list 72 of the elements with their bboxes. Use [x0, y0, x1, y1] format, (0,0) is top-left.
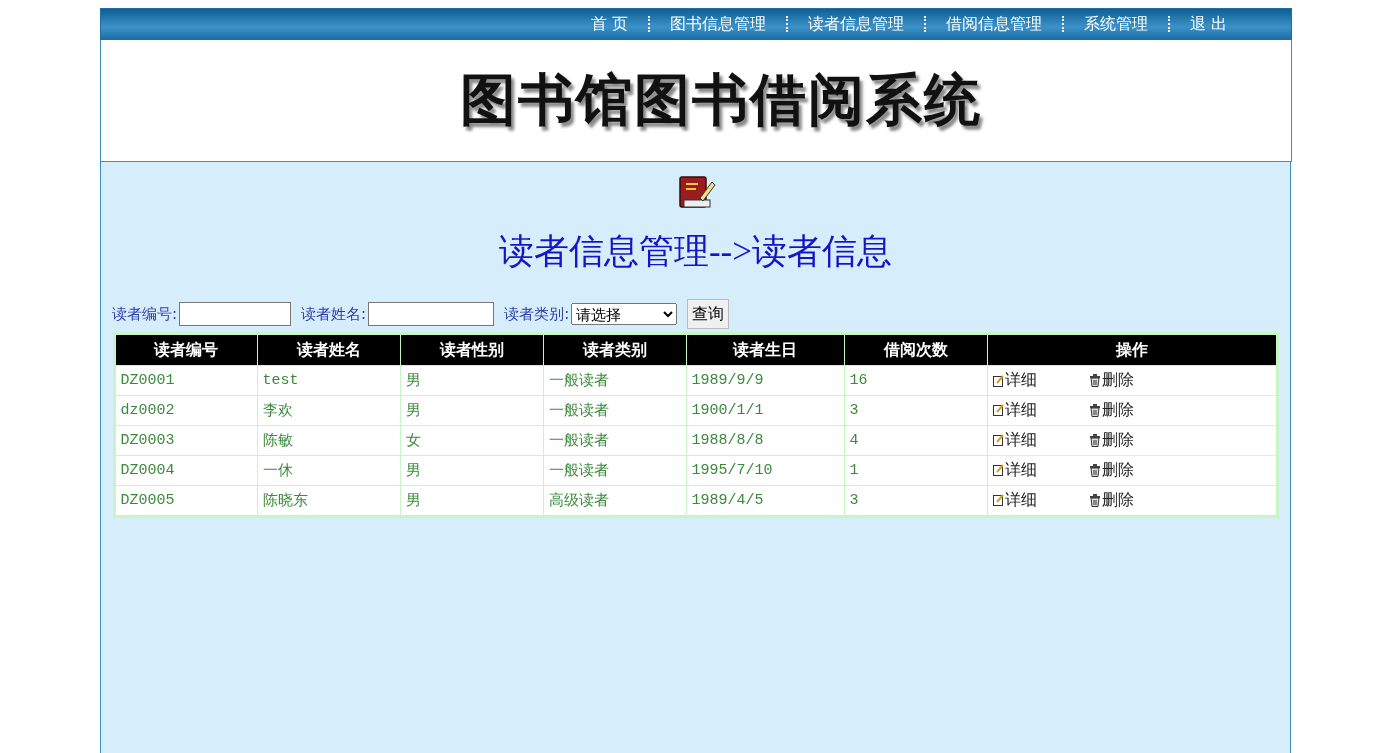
edit-icon [992, 434, 1004, 446]
delete-link[interactable]: 删除 [1088, 489, 1134, 511]
column-header: 借阅次数 [844, 333, 987, 366]
table-cell: 高级读者 [543, 485, 686, 517]
input-field[interactable] [368, 302, 495, 326]
trash-icon [1088, 403, 1101, 417]
input-field[interactable] [179, 302, 292, 326]
search-button[interactable]: 查询 [687, 299, 730, 329]
delete-link[interactable]: 删除 [1088, 459, 1134, 481]
edit-icon [992, 404, 1004, 416]
column-header: 读者编号 [114, 333, 257, 366]
delete-link[interactable]: 删除 [1088, 370, 1134, 391]
field-label: 读者姓名: [301, 304, 367, 324]
table-cell: 男 [400, 395, 543, 426]
table-cell: 男 [400, 455, 543, 486]
table-cell: DZ0005 [114, 485, 257, 517]
table-cell: 1988/8/8 [686, 425, 844, 456]
table-cell: 一般读者 [543, 365, 686, 396]
nav-link[interactable]: 系统管理 [1063, 13, 1168, 35]
table-cell: 1900/1/1 [686, 395, 844, 426]
table-cell: 1989/4/5 [686, 485, 844, 517]
trash-icon [1088, 493, 1101, 507]
trash-icon [1088, 463, 1101, 477]
table-cell: 陈敏 [257, 425, 400, 456]
nav-link[interactable]: 图书信息管理 [649, 13, 786, 35]
table-cell: 女 [400, 425, 543, 456]
delete-link[interactable]: 删除 [1088, 399, 1134, 421]
select-field[interactable]: 请选择 [571, 303, 678, 325]
table-cell: 1989/9/9 [686, 365, 844, 396]
table-cell: 1995/7/10 [686, 455, 844, 486]
edit-icon [992, 374, 1004, 387]
table-cell: dz0002 [114, 395, 257, 426]
nav-link[interactable]: 退 出 [1169, 13, 1247, 35]
nav-link[interactable]: 读者信息管理 [787, 13, 924, 35]
trash-icon [1088, 433, 1101, 447]
banner-title: 图书馆图书借阅系统 [460, 67, 982, 133]
column-header: 读者生日 [686, 333, 844, 366]
table-cell: 一般读者 [543, 395, 686, 426]
table-cell: 一般读者 [543, 455, 686, 486]
field-label: 读者类别: [504, 304, 570, 324]
page-heading: 读者信息管理-->读者信息 [498, 231, 893, 273]
column-header: 读者性别 [400, 333, 543, 366]
column-header: 读者姓名 [257, 333, 400, 366]
table-cell: test [257, 365, 400, 396]
table-cell: 陈晓东 [257, 485, 400, 517]
table-cell: 男 [400, 365, 543, 396]
trash-icon [1088, 374, 1101, 387]
field-label: 读者编号: [112, 304, 178, 324]
table-cell: 李欢 [257, 395, 400, 426]
table-cell: DZ0004 [114, 455, 257, 486]
edit-icon [992, 464, 1004, 476]
column-header: 操作 [987, 333, 1277, 366]
detail-link[interactable]: 详细 [992, 429, 1037, 451]
table-cell: 4 [844, 425, 987, 456]
nav-link[interactable]: 首 页 [570, 13, 648, 35]
table-cell: 男 [400, 485, 543, 517]
nav-link[interactable]: 借阅信息管理 [925, 13, 1062, 35]
table-cell: 1 [844, 455, 987, 486]
table-cell: DZ0001 [114, 365, 257, 396]
detail-link[interactable]: 详细 [992, 459, 1037, 481]
table-cell: 3 [844, 395, 987, 426]
table-cell: 一般读者 [543, 425, 686, 456]
table-cell: DZ0003 [114, 425, 257, 456]
table-cell: 一休 [257, 455, 400, 486]
detail-link[interactable]: 详细 [992, 399, 1037, 421]
edit-icon [992, 494, 1004, 506]
delete-link[interactable]: 删除 [1088, 429, 1134, 451]
detail-link[interactable]: 详细 [992, 489, 1037, 511]
column-header: 读者类别 [543, 333, 686, 366]
table-cell: 3 [844, 485, 987, 517]
detail-link[interactable]: 详细 [992, 370, 1037, 391]
table-cell: 16 [844, 365, 987, 396]
